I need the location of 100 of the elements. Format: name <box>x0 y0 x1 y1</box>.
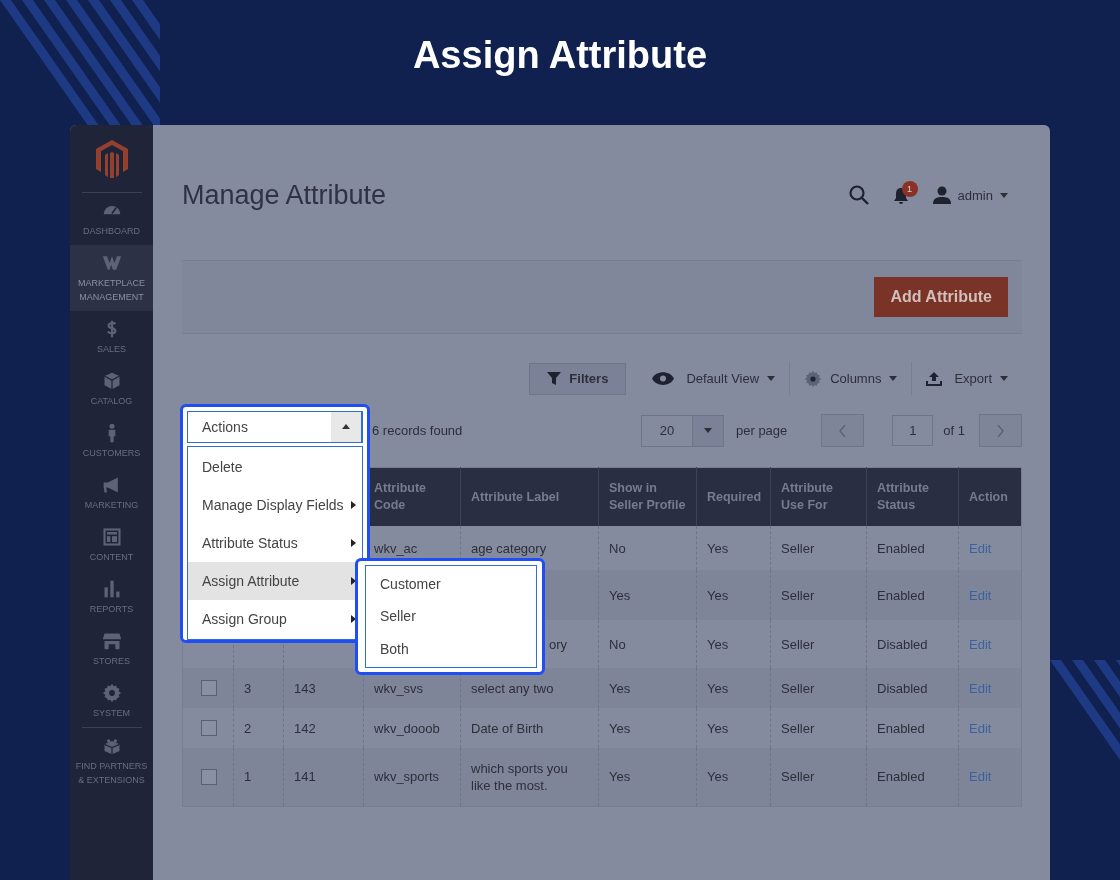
column-header: Attribute Label <box>471 489 560 504</box>
menu-icon <box>101 683 122 703</box>
table-cell: 142 <box>294 720 316 736</box>
add-attribute-button[interactable]: Add Attribute <box>874 277 1008 317</box>
submenu-arrow-icon <box>351 501 356 509</box>
sidebar-item[interactable]: REPORTS <box>70 571 153 623</box>
table-cell: 143 <box>294 680 316 696</box>
sidebar-item[interactable]: MARKETING <box>70 467 153 519</box>
table-cell: Enabled <box>877 540 925 556</box>
user-icon <box>932 186 951 204</box>
column-header: Show in Seller Profile <box>609 481 686 512</box>
sidebar-item[interactable]: CUSTOMERS <box>70 415 153 467</box>
page-heading: Manage Attribute <box>182 179 388 211</box>
page-number-field[interactable]: 1 <box>892 415 934 446</box>
eye-icon <box>652 372 675 385</box>
sidebar-item[interactable]: SYSTEM <box>70 675 153 727</box>
menu-icon <box>101 631 122 651</box>
table-cell: No <box>609 540 626 556</box>
table-cell: Date of Birth <box>471 720 544 736</box>
table-cell: wkv_dooob <box>374 720 440 736</box>
table-cell: wkv_svs <box>374 680 424 696</box>
row-checkbox[interactable] <box>201 720 217 736</box>
table-cell: Seller <box>781 587 815 603</box>
funnel-icon <box>547 372 562 385</box>
caret-icon <box>767 376 776 381</box>
gear-icon <box>804 369 823 388</box>
table-cell: Yes <box>707 587 729 603</box>
table-cell: 3 <box>244 680 252 696</box>
menu-icon <box>101 253 122 273</box>
table-cell: which sports you like the most. <box>471 760 568 793</box>
search-icon[interactable] <box>848 185 869 205</box>
table-cell: 1 <box>244 769 252 785</box>
caret-icon <box>1000 376 1008 381</box>
table-cell: Seller <box>781 636 815 652</box>
caret-icon <box>704 428 712 433</box>
table-cell: ory <box>549 635 568 653</box>
sidebar-item[interactable]: SALES <box>70 311 153 363</box>
submenu-arrow-icon <box>351 615 356 623</box>
table-cell: Yes <box>707 636 729 652</box>
columns-dropdown[interactable]: Columns <box>790 362 913 395</box>
submenu-arrow-icon <box>351 539 356 547</box>
table-cell: Seller <box>781 540 815 556</box>
previous-page-button[interactable] <box>821 414 865 447</box>
table-cell: Disabled <box>877 680 928 696</box>
table-cell: Yes <box>707 769 729 785</box>
table-cell: wkv_ac <box>374 540 418 556</box>
page-total: of 1 <box>943 423 965 438</box>
table-cell: 141 <box>294 769 316 785</box>
table-cell: Seller <box>781 720 815 736</box>
table-cell: Yes <box>707 680 729 696</box>
menu-icon <box>101 527 122 547</box>
filters-button[interactable]: Filters <box>529 362 627 395</box>
sidebar-item[interactable]: CATALOG <box>70 363 153 415</box>
column-header: Attribute Use For <box>781 481 834 512</box>
page-size-select[interactable]: 20 <box>641 414 724 447</box>
menu-icon <box>101 371 122 391</box>
caret-icon <box>889 376 898 381</box>
sidebar-item[interactable]: STORES <box>70 623 153 675</box>
table-cell: wkv_sports <box>374 769 440 785</box>
table-cell: Yes <box>609 769 631 785</box>
menu-icon <box>101 736 122 756</box>
table-cell: Enabled <box>877 587 925 603</box>
upload-icon <box>926 371 943 386</box>
logo-icon <box>95 140 128 178</box>
sidebar-item[interactable]: FIND PARTNERS & EXTENSIONS <box>70 728 153 794</box>
chevron-left-icon <box>839 424 847 437</box>
table-cell: Enabled <box>877 769 925 785</box>
table-cell: Disabled <box>877 636 928 652</box>
sidebar-item[interactable]: CONTENT <box>70 519 153 571</box>
table-cell: Yes <box>707 540 729 556</box>
table-cell: age category <box>471 540 547 556</box>
table-cell: Enabled <box>877 720 925 736</box>
notification-badge: 1 <box>901 180 918 197</box>
chevron-right-icon <box>997 424 1004 437</box>
table-cell: Yes <box>609 680 631 696</box>
sidebar-item[interactable]: DASHBOARD <box>70 193 153 245</box>
table-cell: Yes <box>707 720 729 736</box>
actions-dropdown[interactable]: Actions <box>187 411 363 443</box>
table-cell: Yes <box>609 587 631 603</box>
export-dropdown[interactable]: Export <box>912 362 1022 395</box>
caret-up-icon <box>342 424 350 430</box>
table-cell: Seller <box>781 680 815 696</box>
column-header: Attribute Status <box>877 481 930 512</box>
column-header: Required <box>707 489 762 504</box>
user-menu[interactable]: admin <box>932 186 1008 204</box>
table-cell: select any two <box>471 680 554 696</box>
caret-icon <box>1000 192 1008 198</box>
next-page-button[interactable] <box>979 414 1022 447</box>
table-cell: 2 <box>244 720 252 736</box>
records-count: 6 records found <box>372 423 464 438</box>
table-cell: Yes <box>609 720 631 736</box>
per-page-label: per page <box>736 423 788 438</box>
page-title: Assign Attribute <box>412 33 708 77</box>
row-checkbox[interactable] <box>201 680 217 696</box>
row-checkbox[interactable] <box>201 768 217 785</box>
sidebar-item[interactable]: MARKETPLACE MANAGEMENT <box>70 245 153 311</box>
column-header: Action <box>969 489 1008 504</box>
table-cell: No <box>609 636 626 652</box>
column-header: Attribute Code <box>374 481 427 512</box>
view-dropdown[interactable]: Default View <box>638 362 791 395</box>
